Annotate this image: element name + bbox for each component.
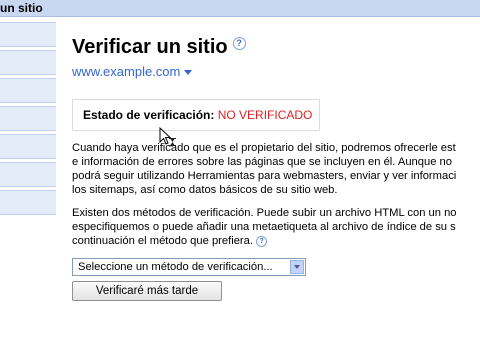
verification-status-box: Estado de verificación: NO VERIFICADO (72, 99, 320, 131)
dropdown-arrow-icon[interactable] (290, 260, 304, 274)
sidebar-item[interactable] (0, 190, 56, 215)
site-selector[interactable]: www.example.com (72, 64, 480, 79)
sidebar-item[interactable] (0, 22, 56, 47)
verification-method-select[interactable]: Seleccione un método de verificación... (72, 258, 306, 276)
site-url[interactable]: www.example.com (72, 64, 180, 79)
methods-paragraph: Existen dos métodos de verificación. Pue… (72, 206, 480, 248)
chevron-down-icon (184, 70, 193, 76)
sidebar-item[interactable] (0, 162, 56, 187)
paragraph-line: los sitemaps, así como datos básicos de … (72, 184, 338, 196)
paragraph-line: especifiquemos o puede añadir una metaet… (72, 221, 456, 233)
paragraph-line-text: continuación el método que prefiera. (72, 235, 253, 247)
paragraph-line: e información de errores sobre las págin… (72, 156, 452, 168)
hourglass-cursor-icon (159, 127, 176, 146)
page-title-row: Verificar un sitio? (72, 34, 480, 60)
info-paragraph: Cuando haya verificado que es el propiet… (72, 141, 480, 197)
sidebar-item[interactable] (0, 106, 56, 131)
top-bar: un sitio (0, 0, 480, 17)
paragraph-line: continuación el método que prefiera. ? (72, 234, 480, 248)
help-icon[interactable]: ? (232, 37, 246, 50)
paragraph-line: Cuando haya verificado que es el propiet… (72, 142, 456, 154)
top-bar-title: un sitio (0, 1, 43, 15)
status-label: Estado de verificación: (83, 108, 215, 122)
paragraph-line: Existen dos métodos de verificación. Pue… (72, 207, 457, 219)
page-title: Verificar un sitio (72, 36, 228, 58)
select-value: Seleccione un método de verificación... (78, 261, 273, 273)
sidebar-item[interactable] (0, 78, 56, 103)
paragraph-line: podrá seguir utilizando Herramientas par… (72, 170, 457, 182)
status-badge: NO VERIFICADO (217, 108, 313, 122)
sidebar-item[interactable] (0, 50, 56, 75)
sidebar-item[interactable] (0, 134, 56, 159)
help-icon[interactable]: ? (256, 235, 268, 247)
sidebar (0, 22, 56, 218)
main-content: Verificar un sitio? www.example.com Esta… (72, 34, 480, 301)
verify-later-button[interactable]: Verificaré más tarde (72, 281, 222, 301)
